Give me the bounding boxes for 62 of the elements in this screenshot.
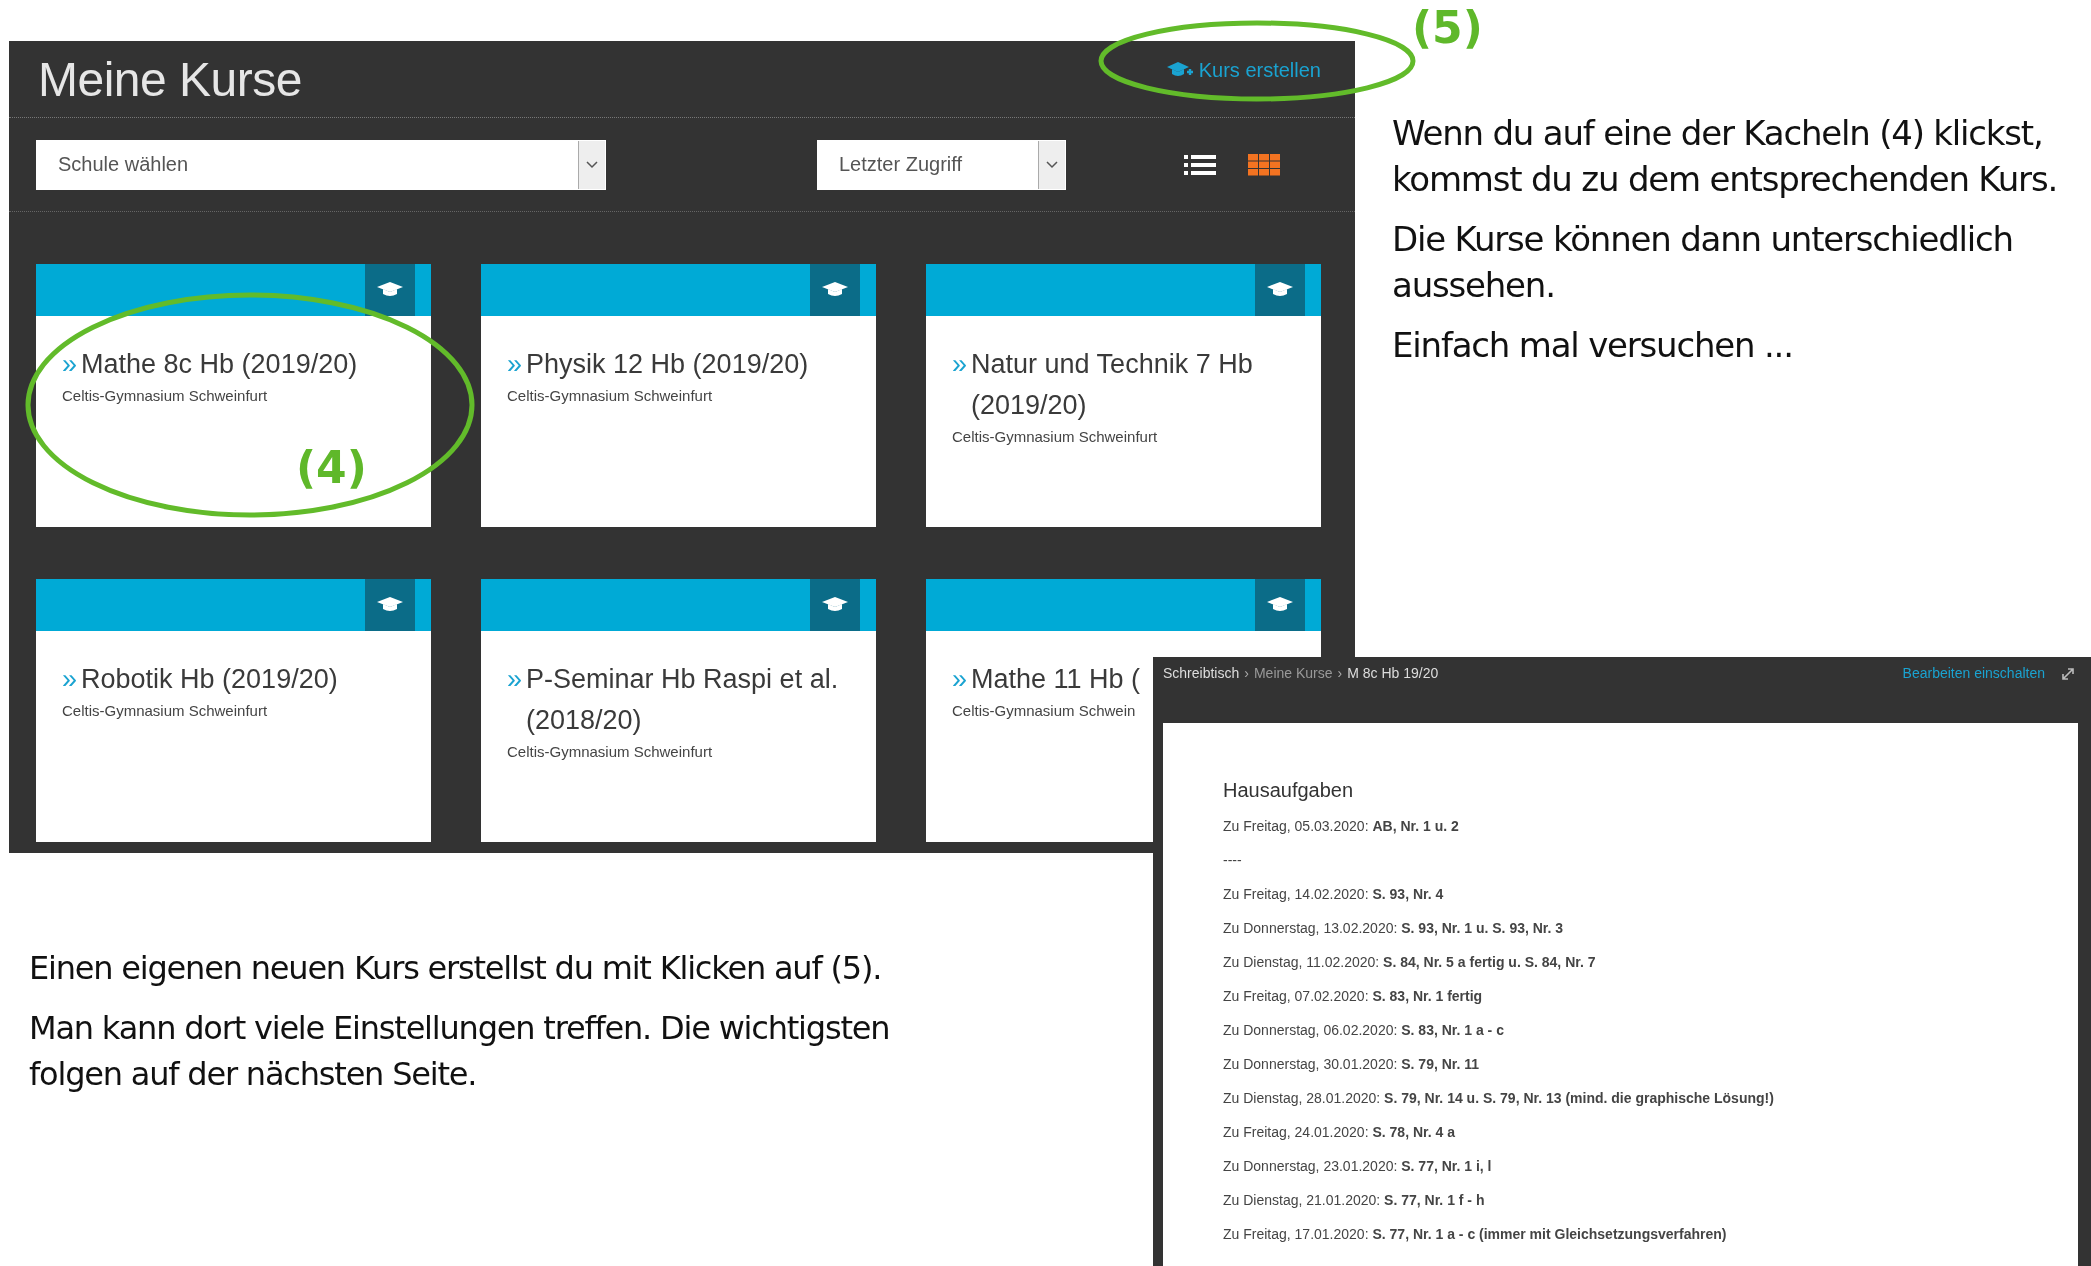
create-course-link[interactable]: Kurs erstellen (1166, 58, 1321, 82)
homework-entry: Zu Freitag, 07.02.2020: S. 83, Nr. 1 fertig (1223, 987, 1484, 1006)
course-tile[interactable]: »P-Seminar Hb Raspi et al. (2018/20) Celtis-Gymnasium Schweinfurt (481, 579, 876, 842)
annotation-label: (5) (1412, 2, 1483, 53)
caret-icon (586, 160, 598, 169)
school-name: Celtis-Gymnasium Schwein (952, 702, 1137, 719)
course-title[interactable]: Robotik Hb (2019/20) (81, 659, 338, 700)
graduation-cap-icon (1255, 264, 1305, 316)
expand-icon[interactable] (2061, 667, 2075, 681)
course-tile[interactable]: »Physik 12 Hb (2019/20) Celtis-Gymnasium Schweinfurt (481, 264, 876, 527)
homework-entry: Zu Dienstag, 11.02.2020: S. 84, Nr. 5 a fertig u. S. 84, Nr. 7 (1223, 953, 1597, 972)
homework-entry: Zu Dienstag, 21.01.2020: S. 77, Nr. 1 f - h (1223, 1191, 1486, 1210)
instruction-paragraph: Die Kurse können dann unterschiedlich aussehen. (1392, 218, 2014, 307)
school-name: Celtis-Gymnasium Schweinfurt (62, 387, 269, 404)
course-title[interactable]: Mathe 8c Hb (2019/20) (81, 344, 358, 385)
instruction-paragraph: Wenn du auf eine der Kacheln (4) klickst, kommst du zu dem entsprechenden Kurs. (1392, 112, 2058, 201)
grid-view-icon[interactable] (1248, 153, 1280, 176)
breadcrumb-link[interactable]: Schreibtisch (1163, 665, 1240, 681)
graduation-cap-icon (810, 264, 860, 316)
school-name: Celtis-Gymnasium Schweinfurt (507, 743, 714, 760)
homework-entry: Zu Donnerstag, 23.01.2020: S. 77, Nr. 1 i, l (1223, 1157, 1493, 1176)
homework-entry: Zu Freitag, 24.01.2020: S. 78, Nr. 4 a (1223, 1123, 1456, 1142)
instruction-paragraph: Einfach mal versuchen ... (1392, 324, 1794, 367)
instruction-paragraph: Man kann dort viele Einstellungen treffen. Die wichtigsten folgen auf der nächsten Seite. (29, 1008, 891, 1095)
school-select[interactable]: Schule wählen (36, 139, 606, 190)
course-title[interactable]: Natur und Technik 7 Hb (2019/20) (971, 344, 1301, 426)
graduation-cap-icon (365, 579, 415, 631)
instruction-paragraph: Einen eigenen neuen Kurs erstellst du mit Klicken auf (5). (29, 948, 883, 989)
edit-mode-link[interactable]: Bearbeiten einschalten (1902, 665, 2045, 681)
homework-entry: Zu Dienstag, 28.01.2020: S. 79, Nr. 14 u. S. 79, Nr. 13 (mind. die graphische Lösung!) (1223, 1089, 1775, 1108)
sort-select[interactable]: Letzter Zugriff (817, 139, 1066, 190)
chevron-bullet: » (507, 663, 523, 696)
homework-entry: ---- (1223, 851, 1243, 870)
breadcrumb-separator: › (1244, 665, 1249, 681)
homework-entry: Zu Freitag, 17.01.2020: S. 77, Nr. 1 a - c (immer mit Gleichsetzungsverfahren) (1223, 1225, 1728, 1244)
graduation-cap-icon (365, 264, 415, 316)
course-title[interactable]: Mathe 11 Hb ( (971, 659, 1141, 700)
school-name: Celtis-Gymnasium Schweinfurt (62, 702, 269, 719)
course-tile[interactable]: »Robotik Hb (2019/20) Celtis-Gymnasium Schweinfurt (36, 579, 431, 842)
caret-icon (1046, 160, 1058, 169)
breadcrumb-link[interactable]: M 8c Hb 19/20 (1347, 665, 1439, 681)
chevron-bullet: » (952, 348, 968, 381)
graduation-cap-icon (1255, 579, 1305, 631)
homework-entry: Zu Donnerstag, 06.02.2020: S. 83, Nr. 1 a - c (1223, 1021, 1505, 1040)
course-title[interactable]: Physik 12 Hb (2019/20) (526, 344, 809, 385)
annotation-label: (4) (296, 442, 367, 493)
chevron-bullet: » (62, 348, 78, 381)
chevron-bullet: » (507, 348, 523, 381)
course-tile[interactable]: »Natur und Technik 7 Hb (2019/20) Celtis-Gymnasium Schweinfurt (926, 264, 1321, 527)
course-title[interactable]: P-Seminar Hb Raspi et al. (2018/20) (526, 659, 856, 741)
school-name: Celtis-Gymnasium Schweinfurt (507, 387, 714, 404)
school-name: Celtis-Gymnasium Schweinfurt (952, 428, 1159, 445)
chevron-bullet: » (62, 663, 78, 696)
homework-entry: Zu Donnerstag, 30.01.2020: S. 79, Nr. 11 (1223, 1055, 1481, 1074)
graduation-cap-icon (810, 579, 860, 631)
homework-entry: Zu Donnerstag, 13.02.2020: S. 93, Nr. 1 u. S. 93, Nr. 3 (1223, 919, 1565, 938)
breadcrumb-separator: › (1337, 665, 1343, 681)
homework-entry: Zu Freitag, 14.02.2020: S. 93, Nr. 4 (1223, 885, 1445, 904)
chevron-bullet: » (952, 663, 968, 696)
cap-plus-icon (1166, 61, 1193, 79)
list-view-icon[interactable] (1184, 153, 1216, 176)
page-title: Meine Kurse (38, 51, 302, 107)
